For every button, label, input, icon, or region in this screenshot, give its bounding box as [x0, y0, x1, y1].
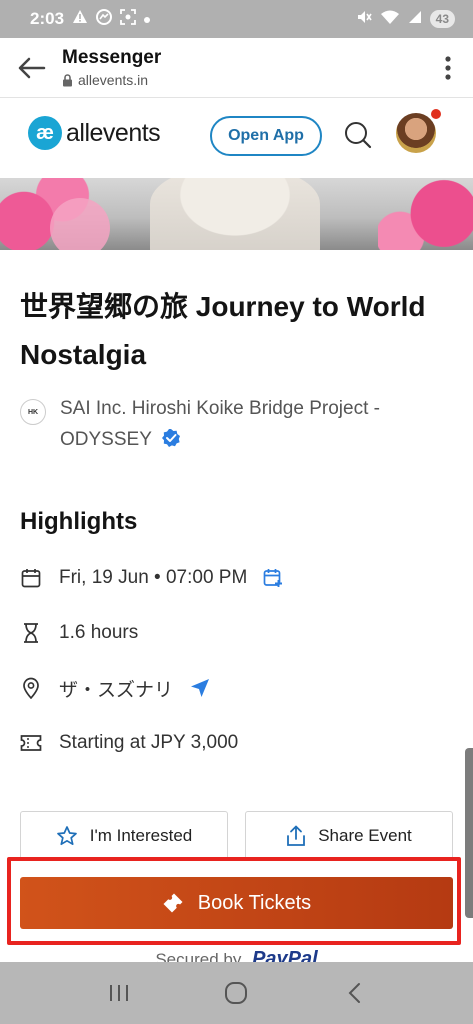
secured-by-label: Secured by	[155, 950, 242, 962]
highlight-date: Fri, 19 Jun • 07:00 PM	[20, 563, 283, 593]
event-duration: 1.6 hours	[59, 622, 139, 643]
highlight-duration: 1.6 hours	[20, 618, 138, 648]
home-button[interactable]	[206, 968, 266, 1018]
star-icon	[56, 826, 77, 846]
share-event-button[interactable]: Share Event	[245, 811, 453, 861]
organizer-name: SAI Inc. Hiroshi Koike Bridge Project - …	[60, 398, 380, 450]
warning-icon	[72, 9, 88, 29]
arrow-left-icon	[18, 57, 46, 78]
verified-badge-icon	[161, 427, 181, 458]
system-back-button[interactable]	[324, 968, 384, 1018]
event-price: Starting at JPY 3,000	[59, 732, 239, 753]
tab-title: Messenger	[62, 47, 162, 68]
add-to-calendar-button[interactable]	[263, 568, 283, 588]
share-label: Share Event	[318, 826, 412, 845]
ticket-icon	[20, 732, 42, 754]
hourglass-icon	[20, 622, 42, 644]
book-tickets-label: Book Tickets	[197, 891, 312, 914]
organizer-logo: HK	[20, 399, 46, 425]
messenger-notification-icon	[96, 8, 113, 30]
event-venue[interactable]: ザ・スズナリ	[59, 675, 173, 702]
secured-by-paypal: Secured by PayPal	[0, 948, 473, 962]
more-options-button[interactable]	[423, 38, 473, 98]
organizer-name-wrap: SAI Inc. Hiroshi Koike Bridge Project - …	[60, 393, 460, 458]
recent-apps-icon	[109, 985, 128, 1001]
screenshot-icon	[120, 8, 136, 30]
highlight-venue: ザ・スズナリ	[20, 673, 211, 703]
tab-titles: Messenger allevents.in	[62, 47, 423, 88]
recent-apps-button[interactable]	[89, 968, 149, 1018]
tab-url[interactable]: allevents.in	[62, 72, 423, 88]
notification-dot	[431, 109, 441, 119]
organizer[interactable]: HK SAI Inc. Hiroshi Koike Bridge Project…	[20, 393, 460, 458]
scroll-handle[interactable]	[465, 748, 473, 918]
home-icon	[225, 982, 248, 1004]
banner-decoration	[50, 198, 110, 250]
chevron-left-icon	[348, 983, 361, 1003]
system-nav-bar	[0, 962, 473, 1024]
location-pin-icon	[20, 677, 42, 699]
highlights-heading: Highlights	[20, 508, 138, 535]
wifi-icon	[380, 9, 400, 30]
event-banner-image	[0, 178, 473, 250]
event-title: 世界望郷の旅 Journey to World Nostalgia	[20, 291, 426, 370]
banner-figure	[150, 178, 320, 250]
mute-icon	[356, 9, 372, 30]
signal-icon	[408, 10, 422, 29]
banner-decoration	[378, 178, 473, 250]
calendar-add-icon	[263, 569, 283, 587]
status-right: 43	[356, 9, 455, 30]
status-bar: 2:03 43	[0, 0, 473, 38]
logo-mark: æ	[28, 116, 62, 150]
dot-icon	[144, 10, 151, 28]
directions-button[interactable]	[189, 677, 211, 699]
interested-button[interactable]: I'm Interested	[20, 811, 228, 861]
more-vertical-icon	[445, 55, 451, 80]
status-time: 2:03	[30, 9, 65, 28]
lock-icon	[63, 73, 72, 86]
search-button[interactable]	[340, 117, 376, 153]
interested-label: I'm Interested	[89, 826, 193, 845]
event-date-time: Fri, 19 Jun • 07:00 PM	[59, 567, 248, 588]
logo-text: allevents	[66, 118, 161, 147]
browser-tab-header: Messenger allevents.in	[0, 38, 473, 98]
status-left: 2:03	[30, 8, 151, 30]
share-icon	[287, 825, 306, 846]
battery-indicator: 43	[429, 10, 455, 28]
site-navbar: æ allevents Open App	[0, 99, 473, 177]
user-avatar[interactable]	[396, 109, 441, 153]
allevents-logo[interactable]: æ allevents	[28, 116, 161, 150]
ticket-icon	[163, 893, 183, 913]
search-icon	[345, 122, 372, 149]
back-button[interactable]	[0, 38, 62, 98]
paypal-logo: PayPal	[252, 948, 318, 962]
calendar-icon	[20, 567, 42, 589]
highlight-price: Starting at JPY 3,000	[20, 728, 238, 758]
book-tickets-button[interactable]: Book Tickets	[20, 877, 453, 929]
open-app-button[interactable]: Open App	[210, 116, 322, 156]
navigation-arrow-icon	[191, 679, 210, 697]
tab-url-text: allevents.in	[78, 72, 149, 88]
